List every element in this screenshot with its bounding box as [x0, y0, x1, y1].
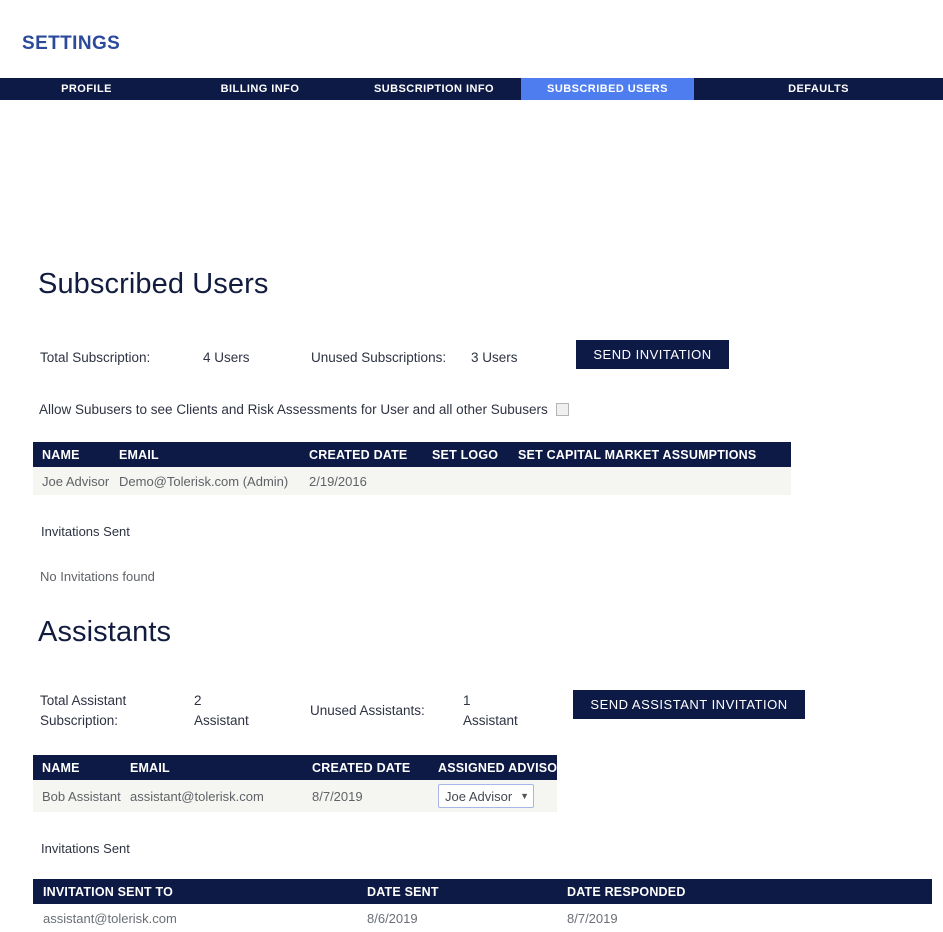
column-header-email: EMAIL	[119, 442, 309, 467]
table-row: Joe Advisor Demo@Tolerisk.com (Admin) 2/…	[33, 467, 791, 495]
assistants-heading: Assistants	[38, 616, 172, 648]
tab-subscription-info[interactable]: SUBSCRIPTION INFO	[347, 78, 521, 100]
send-invitation-button[interactable]: SEND INVITATION	[576, 340, 729, 369]
cell-date-responded: 8/7/2019	[567, 904, 932, 932]
total-assistant-subscription-value: 2 Assistant	[194, 693, 249, 728]
cell-set-logo[interactable]	[432, 467, 518, 495]
column-header-created-date: CREATED DATE	[312, 755, 438, 780]
allow-subusers-checkbox[interactable]	[555, 403, 569, 416]
tab-subscribed-users[interactable]: SUBSCRIBED USERS	[521, 78, 694, 100]
invitations-sent-table: INVITATION SENT TO DATE SENT DATE RESPON…	[33, 879, 932, 932]
tab-profile[interactable]: PROFILE	[0, 78, 173, 100]
tab-defaults[interactable]: DEFAULTS	[694, 78, 943, 100]
tab-billing-info[interactable]: BILLING INFO	[173, 78, 347, 100]
cell-date-sent: 8/6/2019	[367, 904, 567, 932]
send-assistant-invitation-button[interactable]: SEND ASSISTANT INVITATION	[573, 690, 805, 719]
total-subscription-label: Total Subscription:	[40, 350, 151, 365]
cell-name: Bob Assistant	[33, 780, 130, 812]
unused-subscriptions-value: 3 Users	[471, 350, 518, 365]
column-header-email: EMAIL	[130, 755, 312, 780]
total-subscription-value: 4 Users	[203, 350, 250, 365]
unused-assistants-value: 1 Assistant	[463, 693, 518, 728]
subscribed-users-table: NAME EMAIL CREATED DATE SET LOGO SET CAP…	[33, 442, 791, 495]
page-title: SETTINGS	[22, 33, 121, 54]
cell-created-date: 2/19/2016	[309, 467, 432, 495]
column-header-name: NAME	[33, 755, 130, 780]
assistants-stats: Total Assistant Subscription: 2 Assistan…	[40, 691, 580, 731]
assigned-advisor-value: Joe Advisor	[445, 788, 513, 804]
table-row: Bob Assistant assistant@tolerisk.com 8/7…	[33, 780, 557, 812]
users-invitations-sent-label: Invitations Sent	[41, 524, 130, 539]
assistants-invitations-sent-label: Invitations Sent	[41, 841, 130, 856]
table-header-row: NAME EMAIL CREATED DATE SET LOGO SET CAP…	[33, 442, 791, 467]
total-assistant-subscription-label: Total Assistant Subscription:	[40, 693, 127, 728]
assistants-table: NAME EMAIL CREATED DATE ASSIGNED ADVISOR…	[33, 755, 566, 812]
assigned-advisor-dropdown[interactable]: Joe Advisor ▼	[438, 784, 534, 808]
table-header-row: NAME EMAIL CREATED DATE ASSIGNED ADVISOR	[33, 755, 566, 780]
cell-assigned-advisor: Joe Advisor ▼	[438, 780, 557, 812]
no-invitations-found-text: No Invitations found	[40, 569, 155, 584]
settings-tab-bar: PROFILE BILLING INFO SUBSCRIPTION INFO S…	[0, 78, 943, 100]
table-row: assistant@tolerisk.com 8/6/2019 8/7/2019	[33, 904, 932, 932]
column-header-invitation-sent-to: INVITATION SENT TO	[33, 879, 367, 904]
cell-name: Joe Advisor	[33, 467, 119, 495]
allow-subusers-label: Allow Subusers to see Clients and Risk A…	[39, 402, 548, 417]
page-header: SETTINGS	[0, 0, 943, 78]
allow-subusers-row: Allow Subusers to see Clients and Risk A…	[39, 402, 569, 417]
column-header-name: NAME	[33, 442, 119, 467]
chevron-down-icon: ▼	[520, 791, 529, 801]
unused-assistants-label: Unused Assistants:	[310, 703, 425, 718]
cell-invitation-sent-to: assistant@tolerisk.com	[33, 904, 367, 932]
cell-set-capital-market-assumptions[interactable]	[518, 467, 791, 495]
cell-email: Demo@Tolerisk.com (Admin)	[119, 467, 309, 495]
cell-created-date: 8/7/2019	[312, 780, 438, 812]
column-header-set-capital-market-assumptions: SET CAPITAL MARKET ASSUMPTIONS	[518, 442, 791, 467]
column-header-date-responded: DATE RESPONDED	[567, 879, 932, 904]
column-header-date-sent: DATE SENT	[367, 879, 567, 904]
subscribed-users-stats: Total Subscription: 4 Users Unused Subsc…	[40, 350, 580, 365]
unused-subscriptions-label: Unused Subscriptions:	[311, 350, 447, 365]
column-header-set-logo: SET LOGO	[432, 442, 518, 467]
table-header-row: INVITATION SENT TO DATE SENT DATE RESPON…	[33, 879, 932, 904]
subscribed-users-heading: Subscribed Users	[38, 268, 269, 300]
column-header-assigned-advisor: ASSIGNED ADVISOR	[438, 755, 566, 780]
cell-email: assistant@tolerisk.com	[130, 780, 312, 812]
column-header-created-date: CREATED DATE	[309, 442, 432, 467]
